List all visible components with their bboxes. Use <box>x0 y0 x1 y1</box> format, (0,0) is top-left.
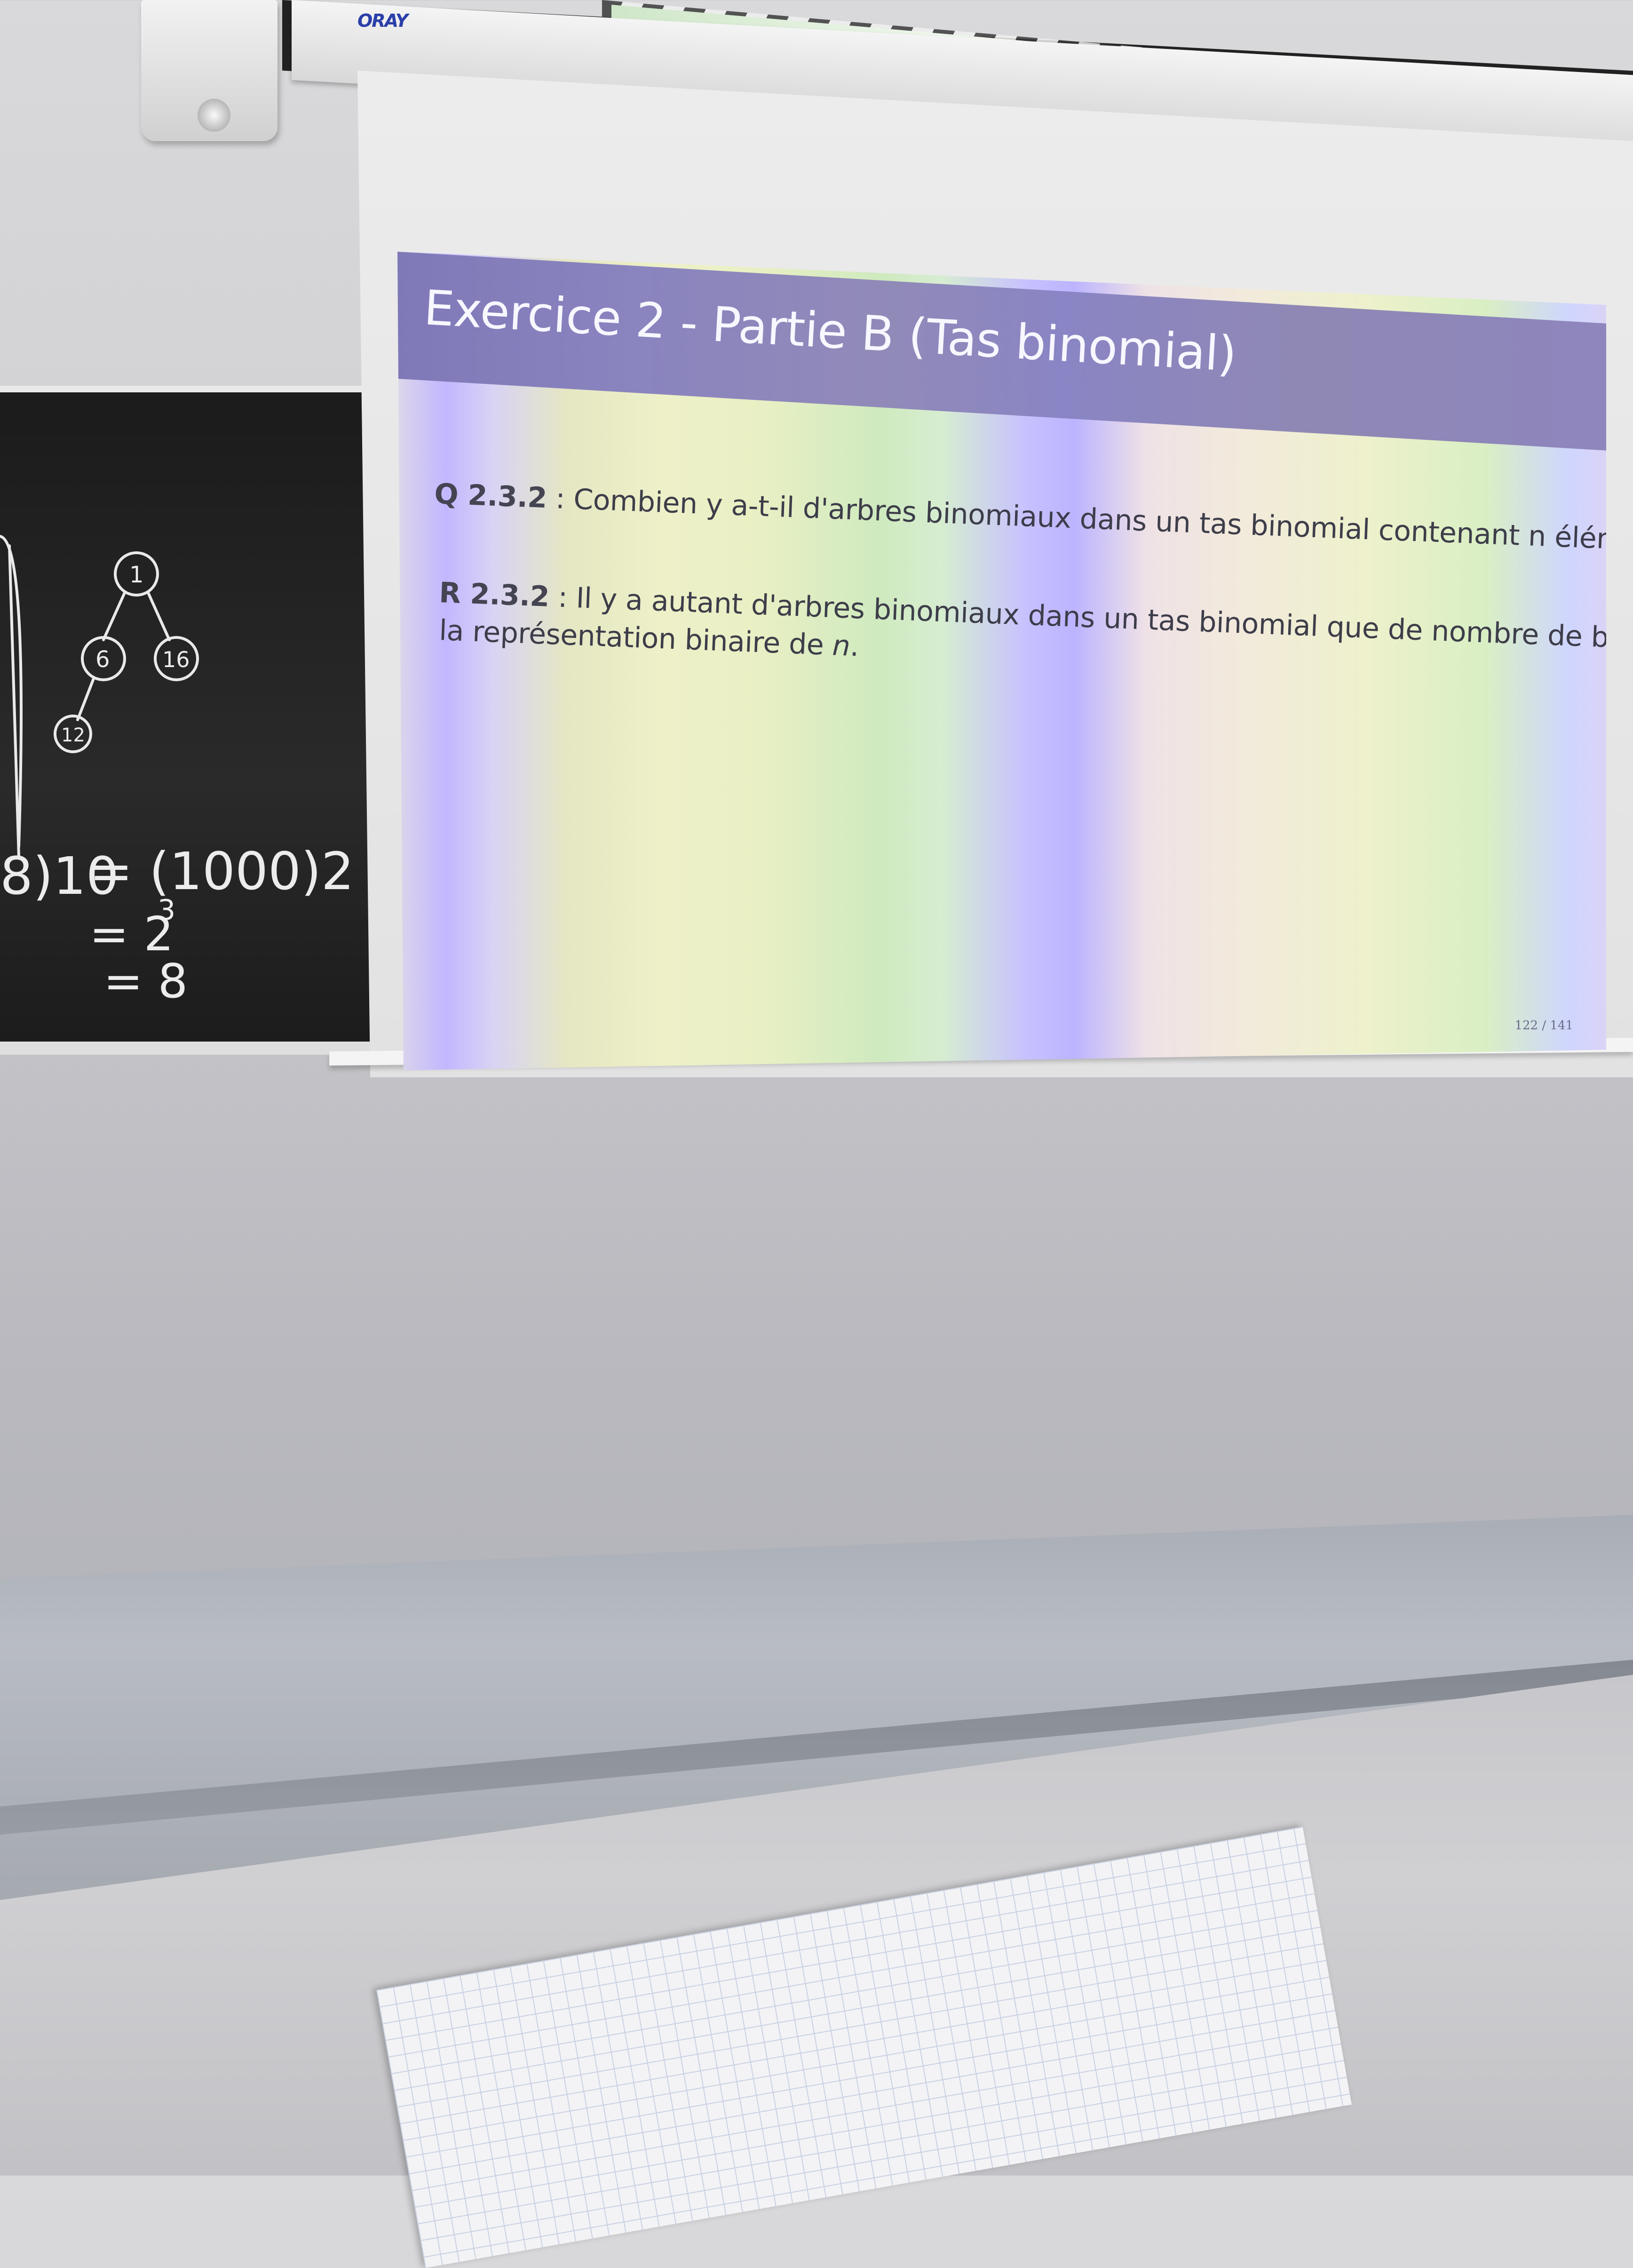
projected-slide: Exercice 2 - Partie B (Tas binomial) Q 2… <box>397 252 1606 1070</box>
tree-edge <box>147 591 171 641</box>
chalk-exponent: 3 <box>158 894 175 927</box>
chalkboard-drawing: 1 6 16 12 8)10 = (1000)2 = 2 3 = 8 <box>0 535 354 1009</box>
slide-page-number: 122 / 141 <box>1514 1019 1573 1033</box>
tree-edge <box>102 591 126 641</box>
answer-end: . <box>849 629 860 663</box>
question-line: Q 2.3.2 : Combien y a-t-il d'arbres bino… <box>434 477 1633 559</box>
tree-node-label: 16 <box>162 647 190 672</box>
question-label: Q 2.3.2 <box>434 477 548 515</box>
tree-node-label: 1 <box>129 562 144 588</box>
answer-label: R 2.3.2 <box>438 576 550 613</box>
question-text: : Combien y a-t-il d'arbres binomiaux da… <box>546 482 1633 559</box>
tree-node-label: 6 <box>95 646 110 673</box>
chalk-equation-rhs: = (1000)2 <box>89 841 354 901</box>
answer-variable: n <box>832 629 851 663</box>
tree-node-label: 12 <box>61 724 85 746</box>
speaker-knob <box>198 99 230 132</box>
chalk-equation-line3: = 8 <box>103 954 188 1009</box>
tree-edge <box>76 676 95 721</box>
screen-brand-logo: ORAY <box>357 10 408 31</box>
